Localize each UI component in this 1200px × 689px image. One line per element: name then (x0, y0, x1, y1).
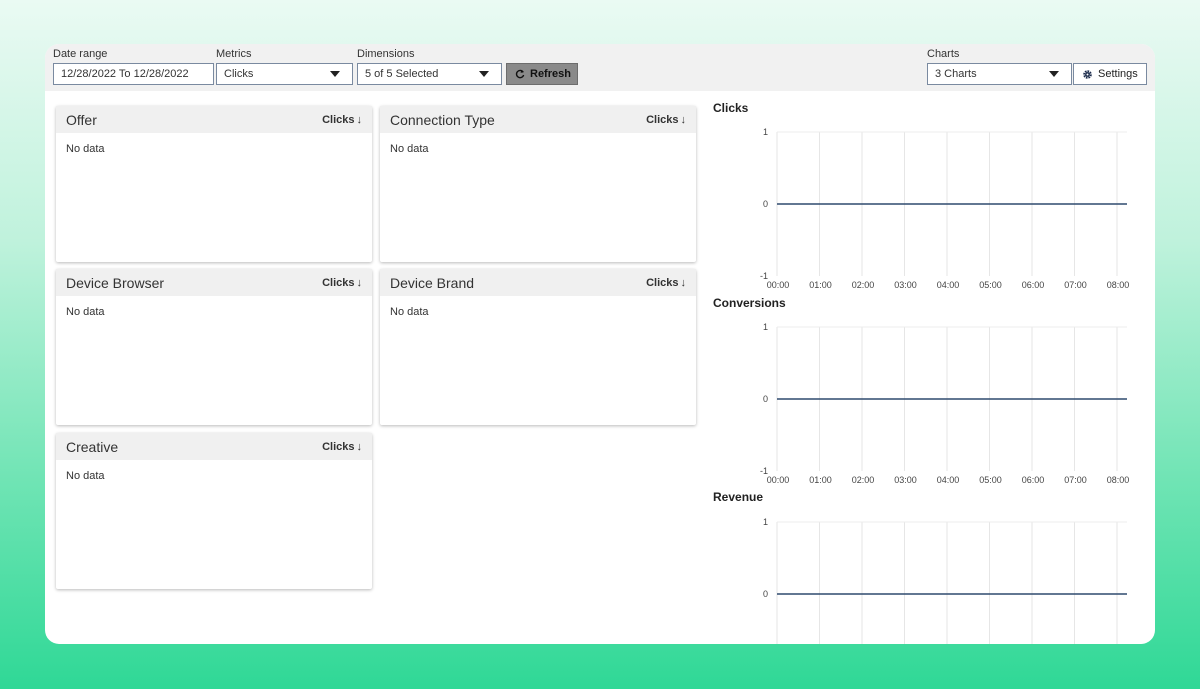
card-header: Connection Type Clicks ↓ (380, 106, 696, 133)
refresh-button[interactable]: Refresh (506, 63, 578, 85)
card-title: Device Browser (66, 274, 165, 291)
y-tick-label: 0 (763, 199, 768, 209)
dimensions-select-value: 5 of 5 Selected (365, 68, 439, 80)
gear-icon (1083, 69, 1092, 79)
refresh-icon (515, 69, 525, 79)
x-tick-label: 01:00 (809, 280, 832, 290)
x-tick-label: 00:00 (767, 280, 790, 290)
x-tick-label: 02:00 (852, 280, 875, 290)
card-header: Device Brand Clicks ↓ (380, 269, 696, 296)
card-header: Offer Clicks ↓ (56, 106, 372, 133)
sort-label: Clicks (322, 113, 355, 126)
x-tick-label: 04:00 (937, 280, 960, 290)
card-empty-text: No data (390, 143, 429, 155)
caret-down-icon (330, 71, 340, 77)
sort-label: Clicks (646, 276, 679, 289)
dimensions-group: Dimensions 5 of 5 Selected (357, 48, 502, 85)
conversions-line-chart: 10-100:00 01:00 02:00 03:00 04:00 05:00 06:00 0… (760, 322, 1130, 485)
y-tick-label: 1 (763, 127, 768, 137)
card-title: Connection Type (390, 111, 495, 128)
arrow-down-icon: ↓ (680, 276, 687, 289)
y-tick-label: 1 (763, 322, 768, 332)
sort-toggle[interactable]: Clicks ↓ (322, 277, 362, 289)
refresh-label: Refresh (530, 68, 571, 80)
x-tick-label: 05:00 (979, 280, 1002, 290)
x-tick-label: 05:00 (979, 475, 1002, 485)
card-empty-text: No data (390, 306, 429, 318)
sort-label: Clicks (322, 440, 355, 453)
metrics-label: Metrics (216, 48, 252, 60)
arrow-down-icon: ↓ (356, 276, 363, 289)
x-tick-label: 07:00 (1064, 475, 1087, 485)
y-tick-label: 0 (763, 589, 768, 599)
card-title: Creative (66, 438, 119, 455)
charts-group: Charts 3 Charts (927, 48, 1072, 85)
card-empty-text: No data (66, 143, 105, 155)
sort-toggle[interactable]: Clicks ↓ (646, 277, 686, 289)
dimension-card-device-browser: Device Browser Clicks ↓ No data (56, 269, 372, 425)
y-tick-label: 0 (763, 394, 768, 404)
chart-title-conversions: Conversions (713, 296, 786, 310)
x-tick-label: 08:00 (1107, 280, 1130, 290)
arrow-down-icon: ↓ (356, 113, 363, 126)
x-tick-label: 06:00 (1022, 280, 1045, 290)
caret-down-icon (1049, 71, 1059, 77)
dimensions-label: Dimensions (357, 48, 415, 60)
dimension-card-offer: Offer Clicks ↓ No data (56, 106, 372, 262)
chart-title-revenue: Revenue (713, 490, 764, 504)
x-tick-label: 08:00 (1107, 475, 1130, 485)
x-tick-label: 07:00 (1064, 280, 1087, 290)
dimension-card-creative: Creative Clicks ↓ No data (56, 433, 372, 589)
card-header: Creative Clicks ↓ (56, 433, 372, 460)
dimension-card-device-brand: Device Brand Clicks ↓ No data (380, 269, 696, 425)
y-tick-label: 1 (763, 517, 768, 527)
charts-select-value: 3 Charts (935, 68, 977, 80)
sort-toggle[interactable]: Clicks ↓ (322, 441, 362, 453)
arrow-down-icon: ↓ (356, 440, 363, 453)
card-title: Offer (66, 111, 97, 128)
card-empty-text: No data (66, 470, 105, 482)
sort-label: Clicks (646, 113, 679, 126)
sort-label: Clicks (322, 276, 355, 289)
sort-toggle[interactable]: Clicks ↓ (646, 114, 686, 126)
card-title: Device Brand (390, 274, 475, 291)
chart-title-clicks: Clicks (713, 101, 749, 115)
revenue-line-chart: 10 (763, 517, 1127, 644)
settings-label: Settings (1098, 68, 1138, 80)
date-range-group: Date range 12/28/2022 To 12/28/2022 (53, 48, 214, 85)
caret-down-icon (479, 71, 489, 77)
filter-toolbar: Date range 12/28/2022 To 12/28/2022 Metr… (45, 44, 1155, 91)
arrow-down-icon: ↓ (680, 113, 687, 126)
x-tick-label: 06:00 (1022, 475, 1045, 485)
dashboard-window: Date range 12/28/2022 To 12/28/2022 Metr… (45, 44, 1155, 644)
card-header: Device Browser Clicks ↓ (56, 269, 372, 296)
x-tick-label: 03:00 (894, 475, 917, 485)
x-tick-label: 02:00 (852, 475, 875, 485)
x-tick-label: 03:00 (894, 280, 917, 290)
settings-button[interactable]: Settings (1073, 63, 1147, 85)
date-range-label: Date range (53, 48, 108, 60)
x-tick-label: 04:00 (937, 475, 960, 485)
dimension-card-connection-type: Connection Type Clicks ↓ No data (380, 106, 696, 262)
dimensions-select[interactable]: 5 of 5 Selected (357, 63, 502, 85)
date-range-input[interactable]: 12/28/2022 To 12/28/2022 (53, 63, 214, 85)
card-empty-text: No data (66, 306, 105, 318)
sort-toggle[interactable]: Clicks ↓ (322, 114, 362, 126)
clicks-line-chart: 10-100:00 01:00 02:00 03:00 04:00 05:00 06:00 0… (760, 127, 1130, 290)
metrics-select[interactable]: Clicks (216, 63, 353, 85)
charts-select[interactable]: 3 Charts (927, 63, 1072, 85)
x-tick-label: 01:00 (809, 475, 832, 485)
x-tick-label: 00:00 (767, 475, 790, 485)
charts-label: Charts (927, 48, 960, 60)
metrics-select-value: Clicks (224, 68, 254, 80)
metrics-group: Metrics Clicks (216, 48, 353, 85)
